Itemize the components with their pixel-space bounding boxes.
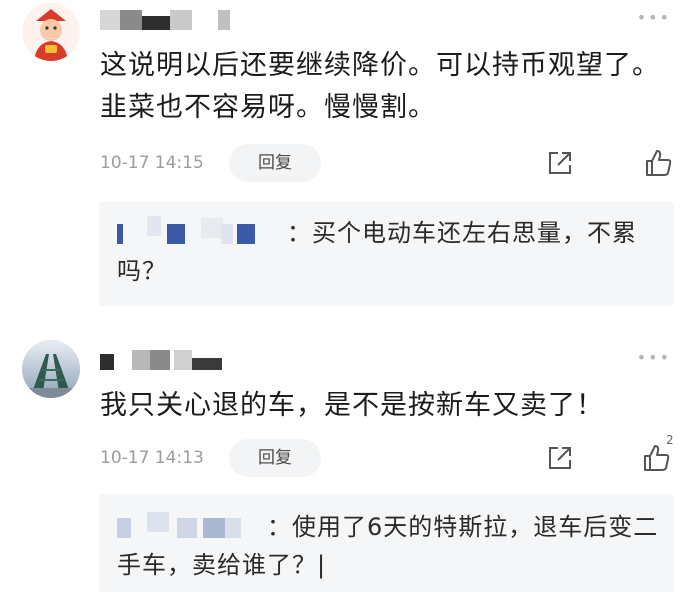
reply-preview[interactable]: ：使用了6天的特斯拉，退车后变二手车，卖给谁了？| [99, 494, 674, 592]
reply-button[interactable]: 回复 [229, 439, 321, 477]
share-external-icon[interactable] [546, 444, 574, 472]
comment-item: ••• 这说明以后还要继续降价。可以持币观望了。韭菜也不容易呀。慢慢割。 10-… [0, 0, 697, 320]
reply-username-redacted[interactable] [117, 216, 287, 244]
avatar[interactable] [22, 3, 80, 61]
thumbs-up-icon[interactable] [641, 443, 671, 473]
more-dots-icon[interactable]: ••• [637, 10, 671, 26]
comment-body: 这说明以后还要继续降价。可以持币观望了。韭菜也不容易呀。慢慢割。 [100, 50, 660, 123]
reply-button[interactable]: 回复 [229, 144, 321, 182]
more-dots-icon[interactable]: ••• [637, 350, 671, 366]
reply-text-block: ：买个电动车还左右思量，不累吗？ [117, 214, 662, 290]
comment-body: 我只关心退的车，是不是按新车又卖了！ [100, 390, 604, 421]
avatar[interactable] [22, 340, 80, 398]
avatar-image [22, 340, 80, 398]
comment-time: 10-17 14:15 [100, 153, 204, 173]
comment-time: 10-17 14:13 [100, 448, 204, 468]
reply-text-block: ：使用了6天的特斯拉，退车后变二手车，卖给谁了？| [117, 508, 662, 584]
comment-item: ••• 我只关心退的车，是不是按新车又卖了！ 10-17 14:13 回复 2 … [0, 320, 697, 592]
username-redacted[interactable] [100, 10, 240, 30]
username-redacted[interactable] [100, 350, 230, 370]
share-external-icon[interactable] [546, 149, 574, 177]
avatar-image [22, 3, 80, 61]
thumbs-up-icon[interactable] [643, 148, 673, 178]
reply-username-redacted[interactable] [117, 512, 267, 538]
like-count: 2 [666, 433, 674, 447]
reply-preview[interactable]: ：买个电动车还左右思量，不累吗？ [99, 202, 674, 306]
